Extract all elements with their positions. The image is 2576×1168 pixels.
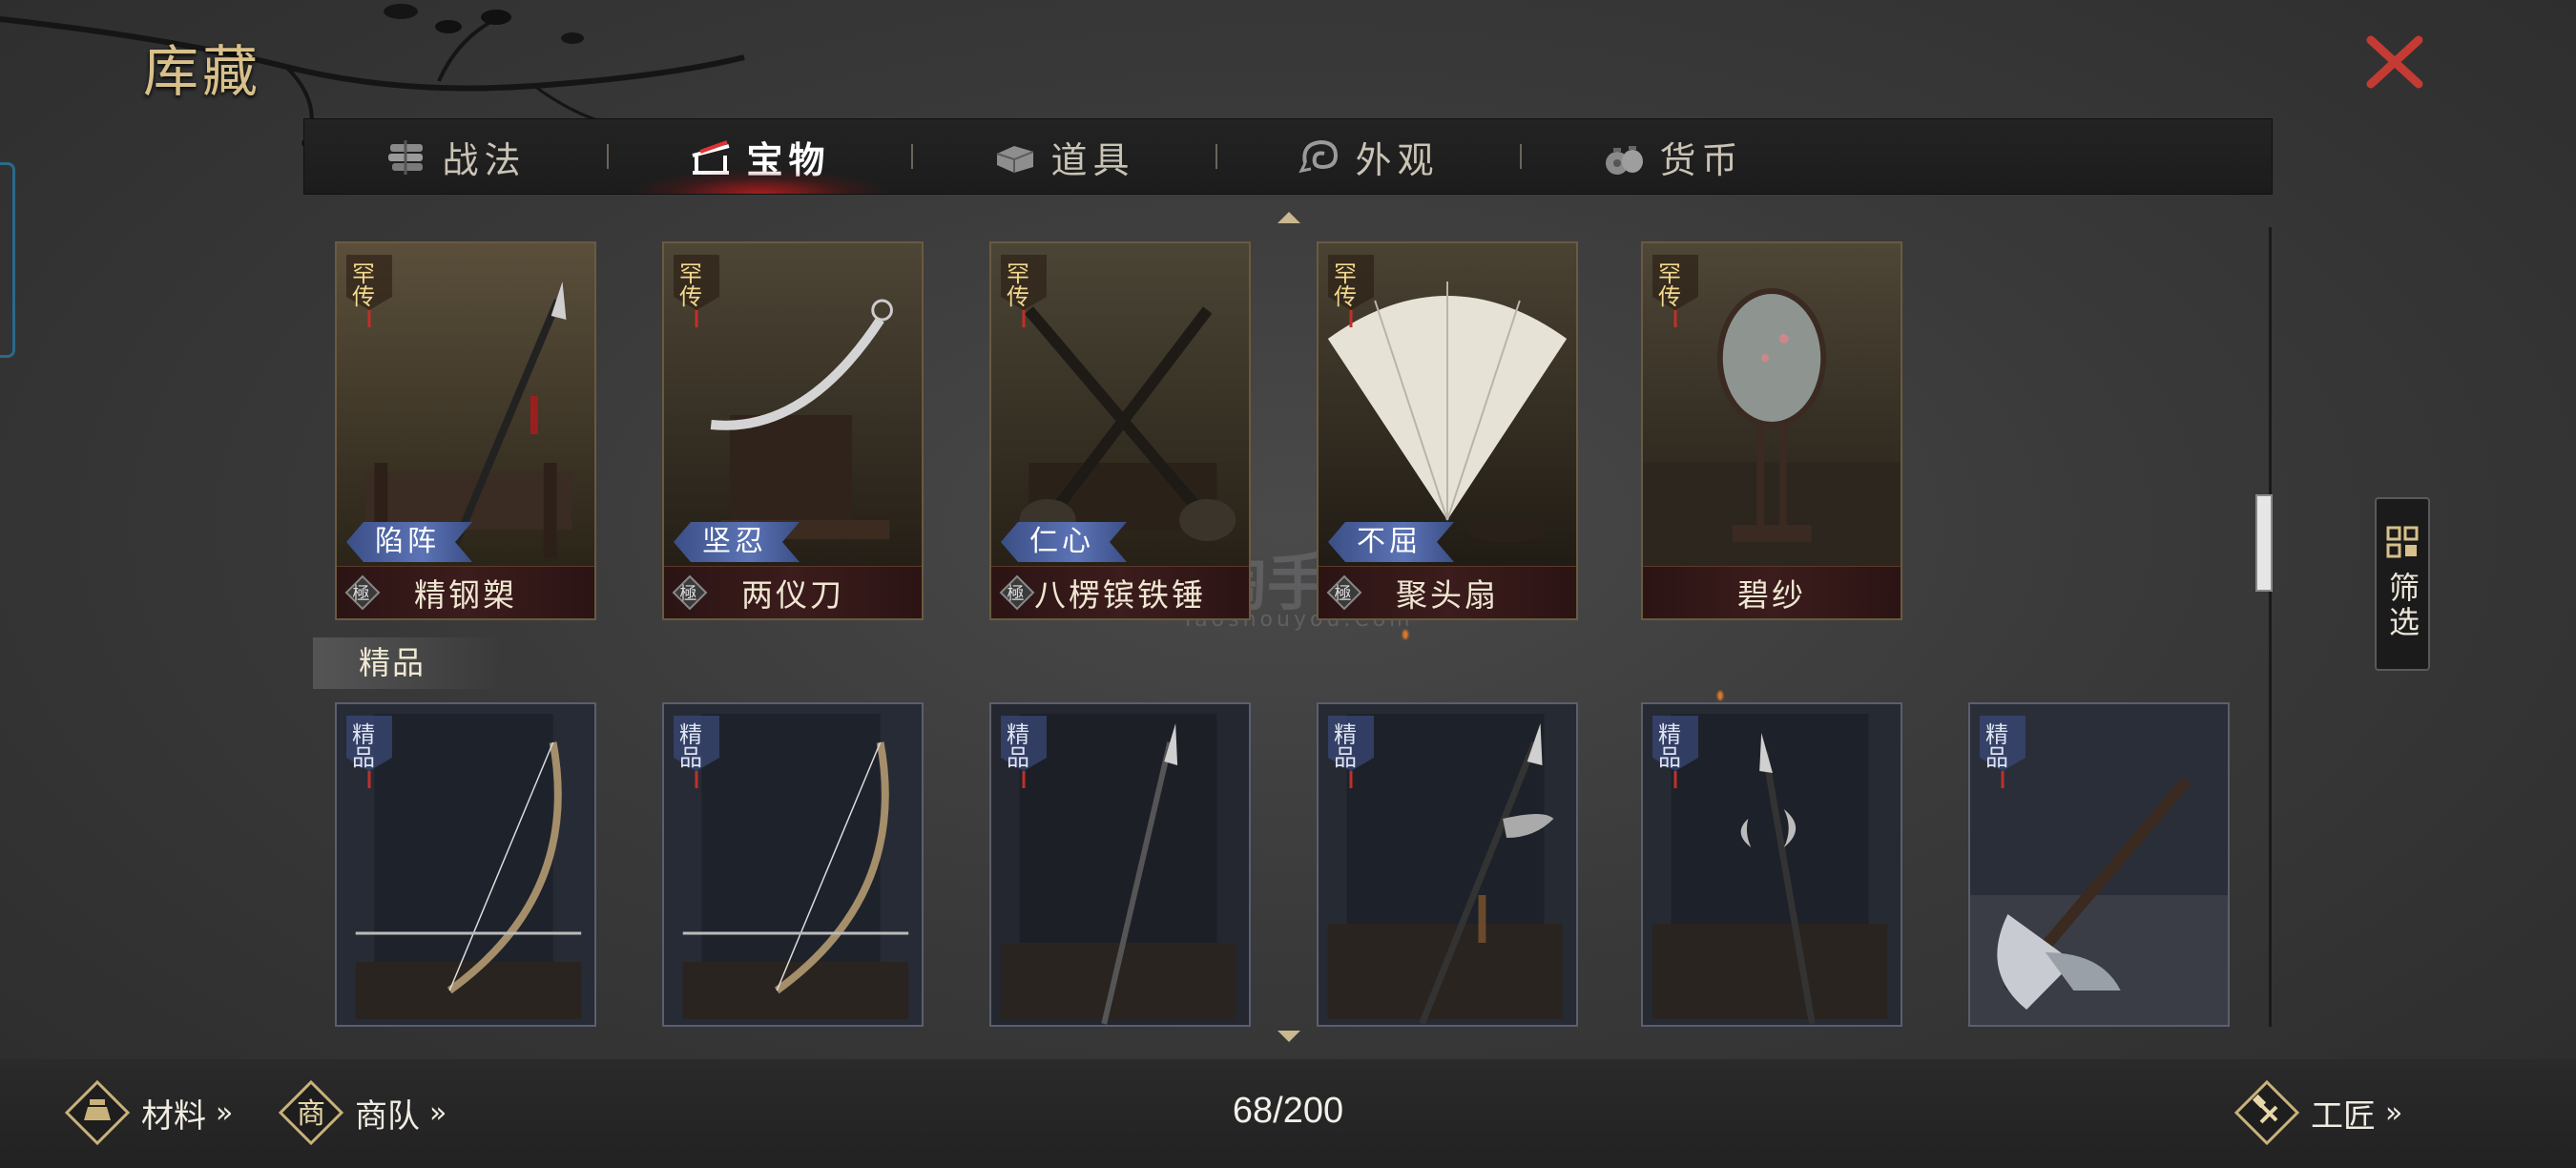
section-header-fine: 精品 xyxy=(313,637,504,689)
item-name: 精钢槊 xyxy=(414,576,517,614)
trait-badge: 仁心 xyxy=(1001,522,1127,562)
quality-seal-icon: 極 xyxy=(344,574,381,611)
tab-tactics[interactable]: 战法 xyxy=(304,119,607,194)
money-bag-icon xyxy=(1602,135,1646,178)
scrollbar-track xyxy=(2269,227,2272,1027)
scroll-bundle-icon xyxy=(384,135,428,178)
grade-label: 精品 xyxy=(352,721,375,771)
grade-label: 精品 xyxy=(1658,721,1681,771)
quality-seal-icon: 極 xyxy=(672,574,708,611)
tab-appearance[interactable]: 外观 xyxy=(1217,119,1520,194)
quality-seal-icon: 極 xyxy=(1326,574,1362,611)
item-name: 两仪刀 xyxy=(741,576,844,614)
item-name: 八楞镔铁锤 xyxy=(1034,576,1206,614)
grade-label: 罕传 xyxy=(1007,261,1029,310)
grade-tag: 精品 xyxy=(997,712,1050,790)
craftsman-label: 工匠 xyxy=(2311,1096,2376,1136)
item-name-bar: 極 聚头扇 xyxy=(1319,566,1576,618)
grade-tag: 精品 xyxy=(343,712,396,790)
item-name: 聚头扇 xyxy=(1396,576,1499,614)
treasure-card[interactable]: 罕传 不屈 極 聚头扇 xyxy=(1317,241,1578,620)
materials-button[interactable]: 材料 » xyxy=(63,1076,234,1149)
tab-label: 货币 xyxy=(1659,138,1744,181)
trait-badge: 坚忍 xyxy=(674,522,800,562)
side-drawer-handle[interactable] xyxy=(0,162,15,358)
filter-label: 筛选 xyxy=(2384,572,2420,640)
item-name-bar: 極 精钢槊 xyxy=(337,566,594,618)
ember-particle xyxy=(1402,630,1408,639)
grade-tag: 罕传 xyxy=(997,251,1050,329)
item-name-bar: 極 八楞镔铁锤 xyxy=(991,566,1249,618)
grade-label: 罕传 xyxy=(679,261,702,310)
craftsman-icon xyxy=(2233,1079,2300,1146)
page-title: 库藏 xyxy=(143,39,262,104)
ember-particle xyxy=(1717,691,1723,700)
swirl-icon xyxy=(1298,135,1341,178)
treasure-card[interactable]: 罕传 陷阵 極 精钢槊 xyxy=(335,241,596,620)
item-name-bar: 極 两仪刀 xyxy=(664,566,922,618)
caravan-button[interactable]: 商 商队 » xyxy=(277,1076,447,1149)
treasure-card[interactable]: 精品 xyxy=(1968,702,2230,1027)
tab-label: 战法 xyxy=(442,138,527,181)
tab-label: 宝物 xyxy=(746,138,831,181)
scroll-down-arrow-icon[interactable] xyxy=(1278,1031,1300,1042)
grade-label: 精品 xyxy=(1985,721,2008,771)
grade-tag: 精品 xyxy=(1649,712,1702,790)
close-icon xyxy=(2366,35,2423,89)
grade-label: 精品 xyxy=(1007,721,1029,771)
chevron-right-icon: » xyxy=(429,1095,447,1130)
category-tab-bar: 战法 宝物 道具 外观 货币 xyxy=(303,118,2273,195)
tab-label: 道具 xyxy=(1050,138,1135,181)
treasure-card[interactable]: 精品 xyxy=(335,702,596,1027)
craftsman-button[interactable]: 工匠 » xyxy=(2233,1076,2403,1149)
chevron-right-icon: » xyxy=(2385,1095,2403,1130)
grade-tag: 罕传 xyxy=(670,251,723,329)
close-button[interactable] xyxy=(2357,29,2433,95)
treasure-card[interactable]: 精品 xyxy=(662,702,924,1027)
grade-label: 精品 xyxy=(1334,721,1357,771)
quality-seal-text: 極 xyxy=(1008,584,1028,604)
quality-seal-text: 極 xyxy=(1335,584,1355,604)
tab-treasures[interactable]: 宝物 xyxy=(609,119,911,194)
quality-seal-text: 極 xyxy=(680,584,700,604)
grade-tag: 罕传 xyxy=(343,251,396,329)
grade-label: 罕传 xyxy=(352,261,375,310)
scrollbar-thumb[interactable] xyxy=(2255,494,2273,592)
materials-icon xyxy=(64,1079,131,1146)
treasure-card[interactable]: 罕传 碧纱 xyxy=(1641,241,1902,620)
quality-seal-icon: 極 xyxy=(999,574,1035,611)
scroll-up-arrow-icon[interactable] xyxy=(1278,212,1300,223)
materials-label: 材料 xyxy=(141,1096,206,1136)
trait-badge: 不屈 xyxy=(1328,522,1454,562)
item-name: 碧纱 xyxy=(1737,576,1806,614)
weapon-rack-icon xyxy=(689,135,733,178)
item-name-bar: 碧纱 xyxy=(1643,566,1901,618)
treasure-card[interactable]: 精品 xyxy=(1317,702,1578,1027)
grade-tag: 精品 xyxy=(670,712,723,790)
grid-icon xyxy=(2386,526,2419,558)
grade-label: 精品 xyxy=(679,721,702,771)
filter-button[interactable]: 筛选 xyxy=(2375,497,2430,671)
grade-tag: 精品 xyxy=(1976,712,2029,790)
treasure-card[interactable]: 罕传 仁心 極 八楞镔铁锤 xyxy=(989,241,1251,620)
chevron-right-icon: » xyxy=(216,1095,234,1130)
treasure-card[interactable]: 精品 xyxy=(1641,702,1902,1027)
grade-tag: 精品 xyxy=(1324,712,1378,790)
caravan-badge-text: 商 xyxy=(297,1097,325,1131)
caravan-icon: 商 xyxy=(278,1079,344,1146)
grade-tag: 罕传 xyxy=(1649,251,1702,329)
trait-badge: 陷阵 xyxy=(346,522,472,562)
grade-label: 罕传 xyxy=(1334,261,1357,310)
chest-icon xyxy=(993,135,1037,178)
caravan-label: 商队 xyxy=(355,1096,420,1136)
tab-items[interactable]: 道具 xyxy=(913,119,1215,194)
inventory-capacity: 68/200 xyxy=(1232,1091,1344,1131)
grade-label: 罕传 xyxy=(1658,261,1681,310)
quality-seal-text: 極 xyxy=(353,584,373,604)
tab-label: 外观 xyxy=(1355,138,1440,181)
treasure-card[interactable]: 精品 xyxy=(989,702,1251,1027)
treasure-card[interactable]: 罕传 坚忍 極 两仪刀 xyxy=(662,241,924,620)
grade-tag: 罕传 xyxy=(1324,251,1378,329)
tab-currency[interactable]: 货币 xyxy=(1522,119,1824,194)
